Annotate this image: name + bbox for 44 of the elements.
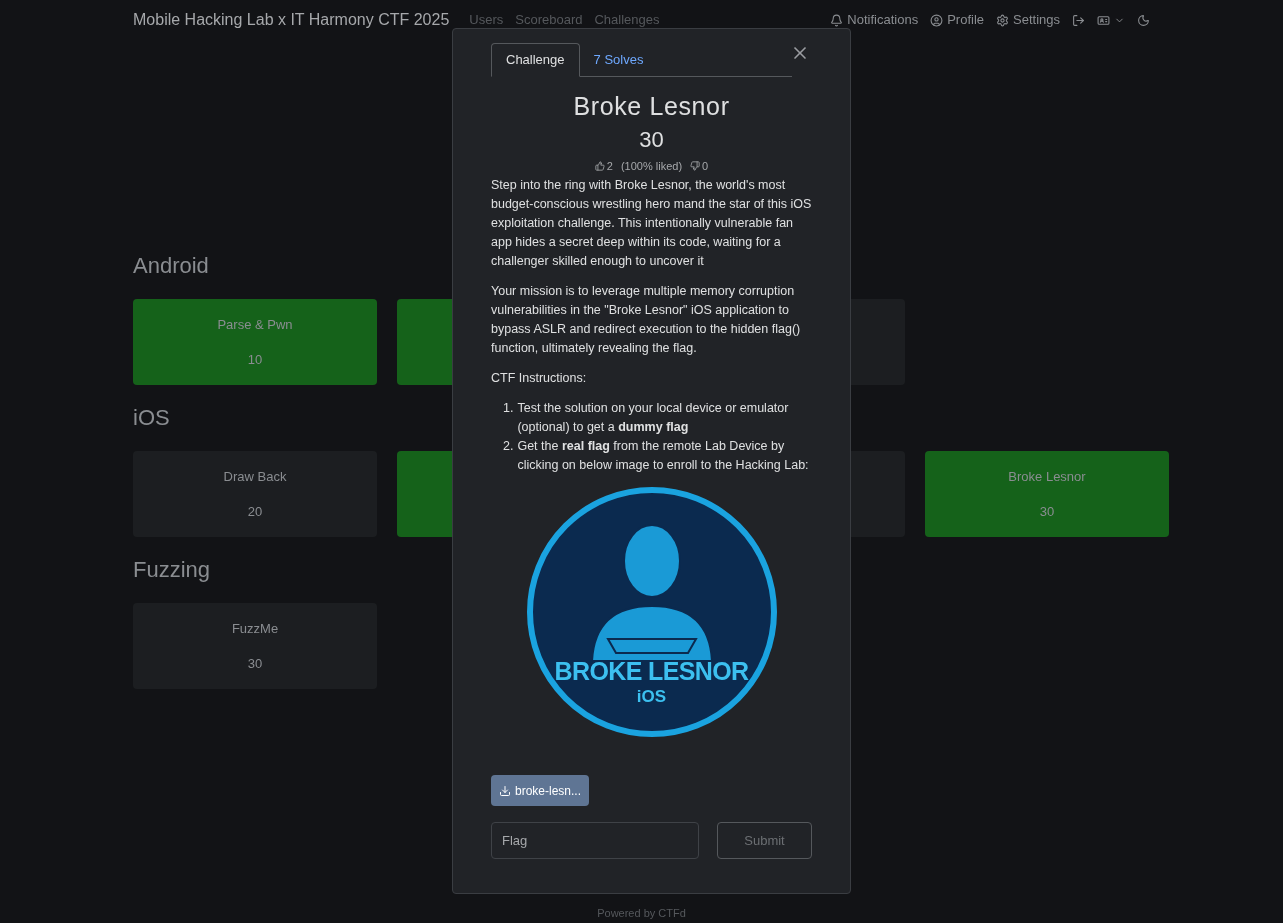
category-title: Android — [133, 255, 209, 277]
gear-icon — [996, 13, 1009, 27]
description-paragraph: Your mission is to leverage multiple memory corruption vulnerabilities in the "Broke Lesnor" iOS application to bypass ASLR and redirect execution to the hidden flag() function, ultimately revealing the flag. — [491, 283, 802, 358]
step-number: 2. — [503, 438, 514, 456]
submit-button[interactable]: Submit — [717, 822, 812, 860]
description-paragraph: Step into the ring with Broke Lesnor, the world's most budget-conscious wrestling hero mand the star of this iOS exploitation challenge. This intentionally vulnerable fan app hides a secret deep within its code, waiting for a challenger skilled enough to uncover it — [491, 177, 812, 271]
flag-input[interactable]: Flag — [491, 822, 699, 860]
language-link[interactable] — [1097, 13, 1125, 27]
footer-text: Powered by CTFd — [596, 905, 687, 921]
description-paragraph: CTF Instructions: — [491, 370, 588, 388]
category-title: Fuzzing — [133, 559, 211, 581]
modal-tab[interactable]: Challenge — [491, 43, 580, 77]
challenge-points: 30 — [638, 126, 665, 154]
step-number: 1. — [503, 400, 514, 418]
thumbs-up-icon[interactable] — [594, 161, 605, 171]
logout-link[interactable] — [1072, 13, 1085, 27]
category-title: iOS — [133, 407, 170, 429]
badge-subtitle: iOS — [636, 688, 667, 706]
nav-link[interactable]: Scoreboard — [515, 10, 583, 30]
nav-link[interactable]: Challenges — [594, 10, 660, 30]
challenge-title: Broke Lesnor — [572, 91, 731, 122]
badge-title: BROKE LESNOR — [554, 659, 749, 685]
notifications-link[interactable]: Notifications — [830, 10, 919, 30]
site-brand[interactable]: Mobile Hacking Lab x IT Harmony CTF 2025 — [133, 8, 450, 32]
file-download-button[interactable]: broke-lesn... — [491, 775, 590, 807]
logout-icon — [1072, 13, 1085, 27]
enroll-badge[interactable]: BROKE LESNOR iOS — [526, 487, 777, 738]
download-icon — [499, 784, 511, 797]
settings-link[interactable]: Settings — [996, 10, 1060, 30]
challenge-card[interactable]: FuzzMe 30 — [133, 603, 377, 689]
like-count: 2 — [606, 158, 613, 174]
instruction-step: Get the real flag from the remote Lab Device by clicking on below image to enroll to the Hacking Lab: — [517, 437, 812, 476]
user-icon — [930, 13, 944, 27]
liked-percent: (100% liked) — [620, 158, 683, 174]
profile-link[interactable]: Profile — [930, 10, 984, 30]
challenge-card[interactable]: Draw Back 20 — [133, 451, 377, 537]
dislike-count: 0 — [702, 158, 709, 174]
thumbs-down-icon[interactable] — [690, 161, 701, 171]
modal-tab[interactable]: 7 Solves — [579, 43, 658, 77]
id-card-icon — [1097, 13, 1110, 27]
nav-link[interactable]: Users — [469, 10, 504, 30]
theme-link[interactable] — [1137, 13, 1150, 27]
moon-icon — [1137, 13, 1150, 27]
bell-icon — [830, 13, 844, 27]
